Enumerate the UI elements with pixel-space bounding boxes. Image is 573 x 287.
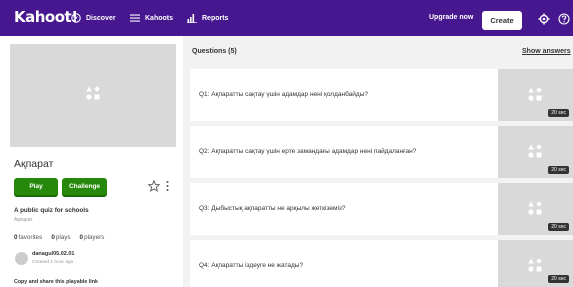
question-thumbnail: 20 sec (498, 183, 573, 235)
kahoot-shapes-icon (528, 87, 542, 106)
question-text: Q2: Ақпаратты сақтау үшін ерте замандағы… (199, 148, 417, 155)
question-row[interactable]: Q4: Ақпаратты іздеуге не жатады? 20 sec (190, 240, 573, 287)
question-row[interactable]: Q3: Дыбыстық ақпаратты не арқылы жеткізе… (190, 183, 573, 235)
star-icon[interactable] (147, 179, 161, 192)
question-text: Q4: Ақпаратты іздеуге не жатады? (199, 262, 304, 269)
nav-reports[interactable]: Reports (187, 13, 228, 23)
question-thumbnail: 20 sec (498, 69, 573, 121)
compass-icon (71, 13, 81, 23)
kahoot-logo[interactable]: Kahoot! (14, 8, 78, 26)
nav-discover-label: Discover (86, 14, 116, 22)
kahoot-shapes-icon (86, 86, 100, 105)
question-row[interactable]: Q1: Ақпаратты сақтау үшін адамдар нені қ… (190, 69, 573, 121)
time-limit-badge: 20 sec (548, 166, 569, 174)
share-link-label: Copy and share this playable link (14, 279, 98, 285)
kahoot-shapes-icon (528, 144, 542, 163)
avatar[interactable] (15, 252, 28, 265)
question-thumbnail: 20 sec (498, 126, 573, 178)
top-navigation-bar: Kahoot! Discover Kahoots Reports Upgrade… (0, 0, 573, 36)
kahoot-details-panel: Ақпарат Play Challenge A public quiz for… (0, 36, 183, 287)
favorites-stat: 0favorites (14, 234, 43, 241)
created-time: Created 1 hour ago (32, 260, 74, 265)
list-icon (130, 13, 140, 23)
kahoot-shapes-icon (528, 201, 542, 220)
nav-kahoots[interactable]: Kahoots (130, 13, 173, 23)
challenge-button[interactable]: Challenge (62, 178, 107, 195)
kahoot-shapes-icon (528, 258, 542, 277)
show-answers-button[interactable]: Show answers (522, 48, 571, 55)
quiz-description: A public quiz for schools (14, 207, 89, 214)
time-limit-badge: 20 sec (548, 223, 569, 231)
quiz-language: Ақпарат (14, 217, 33, 223)
play-button[interactable]: Play (14, 178, 58, 195)
cover-image-placeholder (10, 44, 176, 147)
kahoot-title: Ақпарат (14, 158, 54, 170)
question-thumbnail: 20 sec (498, 240, 573, 287)
help-icon[interactable] (558, 13, 570, 25)
create-button[interactable]: Create (482, 11, 522, 30)
plays-stat: 0plays (51, 234, 71, 241)
nav-discover[interactable]: Discover (71, 13, 116, 23)
players-stat: 0players (79, 234, 105, 241)
questions-heading: Questions (5) (192, 48, 237, 55)
question-row[interactable]: Q2: Ақпаратты сақтау үшін ерте замандағы… (190, 126, 573, 178)
bar-chart-icon (187, 13, 197, 23)
time-limit-badge: 20 sec (548, 109, 569, 117)
author-name[interactable]: danagul05.02.01 (32, 251, 75, 257)
time-limit-badge: 20 sec (548, 275, 569, 283)
kahoot-stats: 0favorites 0plays 0players (14, 234, 104, 241)
gear-icon[interactable] (538, 13, 550, 25)
question-text: Q1: Ақпаратты сақтау үшін адамдар нені қ… (199, 91, 368, 98)
nav-kahoots-label: Kahoots (145, 14, 173, 22)
question-text: Q3: Дыбыстық ақпаратты не арқылы жеткізе… (199, 205, 346, 212)
more-options-icon[interactable] (165, 179, 170, 191)
nav-reports-label: Reports (202, 14, 229, 22)
upgrade-link[interactable]: Upgrade now (429, 14, 473, 21)
